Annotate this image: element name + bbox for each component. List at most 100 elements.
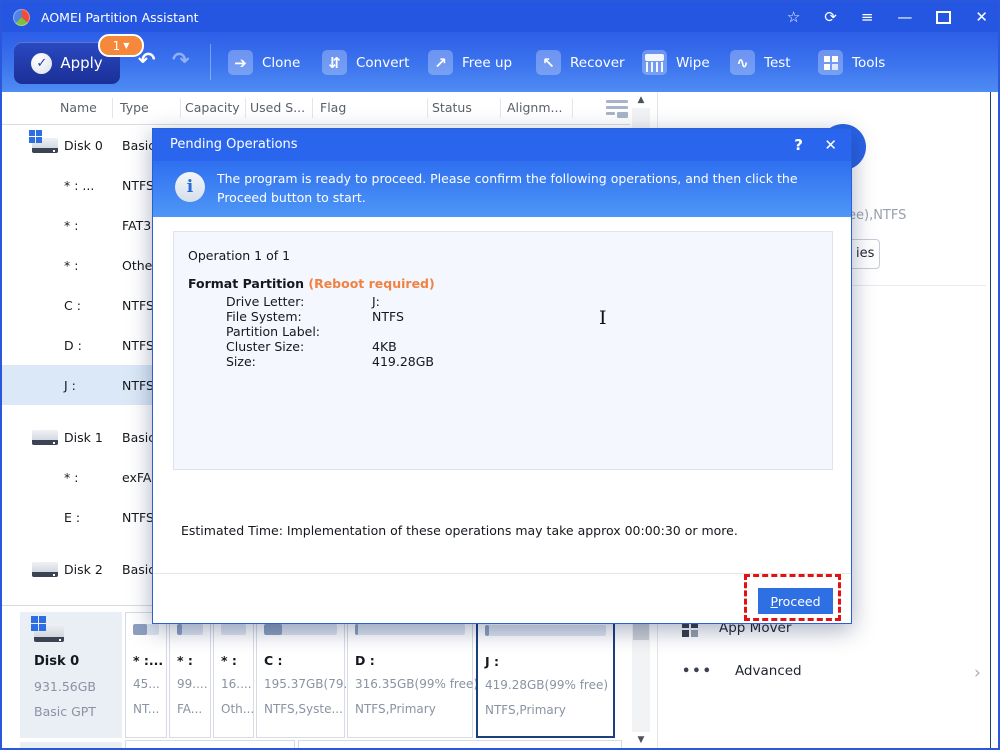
disk-icon <box>31 616 64 642</box>
toolbar-button-clone[interactable]: ➔ Clone <box>228 50 300 75</box>
partition-card-[interactable]: * :... 45... NT... <box>125 612 167 738</box>
app-logo-icon <box>13 8 30 26</box>
row-type: Basic <box>122 429 156 445</box>
favorite-star-icon[interactable]: ☆ <box>787 9 800 25</box>
partition-size: 195.37GB(79... <box>264 677 355 691</box>
view-columns-icon[interactable] <box>606 100 628 118</box>
disk0-info-card[interactable]: Disk 0 931.56GB Basic GPT <box>20 612 122 738</box>
table-header: Name Type Capacity Used S... Flag Status Align… <box>2 92 630 125</box>
detail-label: Partition Label: <box>226 324 321 339</box>
proceed-button[interactable]: Proceed <box>758 588 833 614</box>
column-header-capacity[interactable]: Capacity <box>185 100 240 115</box>
 <box>53 573 55 576</box>
partition-fs: NTFS,Primary <box>485 703 566 717</box>
operation-name: Format Partition <box>188 276 305 291</box>
toolbar-button-free-up[interactable]: ↗ Free up <box>428 50 512 75</box>
capacity-bar-fill <box>264 624 283 635</box>
row-name: J : <box>64 377 76 393</box>
badge-caret-icon: ▼ <box>123 41 130 50</box>
detail-label: Size: <box>226 354 256 369</box>
scroll-down-icon[interactable]: ▼ <box>632 732 650 748</box>
menu-icon[interactable]: ≡ <box>861 9 874 25</box>
capacity-bar-fill <box>485 625 489 636</box>
test-icon: ∿ <box>730 50 755 75</box>
partition-size: 316.35GB(99% free) <box>355 677 479 691</box>
sidebar-item-advanced[interactable]: ••• Advanced <box>682 663 802 679</box>
partition-card-C[interactable]: C : 195.37GB(79... NTFS,Syste... <box>256 612 355 738</box>
app-window: AOMEI Partition Assistant ☆ ⟳ ≡ — ✕ ✓ Apply … <box>0 0 1000 750</box>
toolbar-button-tools[interactable]: Tools <box>818 50 885 75</box>
wipe-label: Wipe <box>676 54 710 71</box>
operation-detail-row: Size: 419.28GB <box>174 354 832 369</box>
free-up-icon: ↗ <box>428 50 453 75</box>
detail-value: NTFS <box>372 309 404 324</box>
close-icon[interactable]: ✕ <box>824 136 837 154</box>
partition-card-D[interactable]: D : 316.35GB(99% free) NTFS,Primary <box>347 612 478 738</box>
disk-icon <box>32 429 58 445</box>
disk-capacity: 931.56GB <box>34 679 96 694</box>
clone-icon: ➔ <box>228 50 253 75</box>
properties-button-label: ies <box>856 246 875 261</box>
partition-summary-fragment: ee),NTFS <box>848 208 907 223</box>
sidebar-item-label: Advanced <box>734 663 802 679</box>
toolbar-button-test[interactable]: ∿ Test <box>730 50 791 75</box>
disk-icon <box>29 129 58 153</box>
dialog-titlebar: Pending Operations ? ✕ <box>153 129 851 161</box>
column-header-name[interactable]: Name <box>60 100 97 115</box>
partition-fs: NTFS,Syste... <box>264 702 343 716</box>
disk1-partition-stub <box>298 740 622 748</box>
partition-card-J[interactable]: J : 419.28GB(99% free) NTFS,Primary <box>476 612 615 738</box>
column-header-status[interactable]: Status <box>432 100 472 115</box>
convert-label: Convert <box>356 54 410 71</box>
row-type: NTFS <box>122 337 154 353</box>
tools-icon <box>818 50 843 75</box>
row-type: NTFS <box>122 509 154 525</box>
disk1-partition-stub <box>125 740 295 748</box>
disk-name: Disk 0 <box>34 654 80 669</box>
partition-name: J : <box>485 654 500 669</box>
column-header-flag[interactable]: Flag <box>320 100 346 115</box>
capacity-bar-fill <box>177 624 183 635</box>
minimize-icon[interactable]: — <box>897 9 912 25</box>
partition-card-[interactable]: * : 16.... Oth... <box>213 612 254 738</box>
app-title: AOMEI Partition Assistant <box>41 9 199 25</box>
row-name: Disk 0 <box>64 137 103 153</box>
row-type: Othe <box>122 257 153 273</box>
convert-icon: ⇵ <box>322 50 347 75</box>
undo-icon[interactable]: ↶ <box>138 48 156 72</box>
sidebar-edge <box>990 92 991 748</box>
detail-value: J: <box>372 294 380 309</box>
refresh-icon[interactable]: ⟳ <box>824 9 837 25</box>
partition-name: D : <box>355 653 375 668</box>
toolbar-button-convert[interactable]: ⇵ Convert <box>322 50 409 75</box>
column-header-alignm[interactable]: Alignm... <box>507 100 562 115</box>
close-icon[interactable]: ✕ <box>975 9 988 25</box>
toolbar-button-recover[interactable]: ↖ Recover <box>536 50 625 75</box>
row-name: Disk 2 <box>64 561 103 577</box>
row-name: Disk 1 <box>64 429 103 445</box>
capacity-bar-fill <box>355 624 359 635</box>
maximize-icon[interactable] <box>936 10 952 24</box>
detail-value: 419.28GB <box>372 354 434 369</box>
capacity-bar-fill <box>133 624 148 635</box>
partition-card-[interactable]: * : 99.... FA... <box>169 612 211 738</box>
row-name: D : <box>64 337 82 353</box>
scroll-up-icon[interactable]: ▲ <box>632 92 650 108</box>
operation-title: Format Partition (Reboot required) <box>188 276 435 291</box>
proceed-label: Proceed <box>770 593 821 609</box>
disk-grid-icon <box>29 129 35 136</box>
chevron-right-icon[interactable]: › <box>974 663 981 683</box>
detail-label: File System: <box>226 309 302 324</box>
detail-label: Cluster Size: <box>226 339 305 354</box>
help-icon[interactable]: ? <box>794 136 803 154</box>
partition-size: 16.... <box>221 677 252 691</box>
column-header-useds[interactable]: Used S... <box>250 100 305 115</box>
operation-detail-row: Partition Label: <box>174 324 832 339</box>
partition-name: C : <box>264 653 283 668</box>
capacity-bar <box>485 625 606 636</box>
header-rule <box>245 98 246 118</box>
reboot-required-note: (Reboot required) <box>304 276 435 291</box>
column-header-type[interactable]: Type <box>120 100 149 115</box>
capacity-bar <box>264 624 337 635</box>
toolbar-button-wipe[interactable]: Wipe <box>642 50 710 75</box>
